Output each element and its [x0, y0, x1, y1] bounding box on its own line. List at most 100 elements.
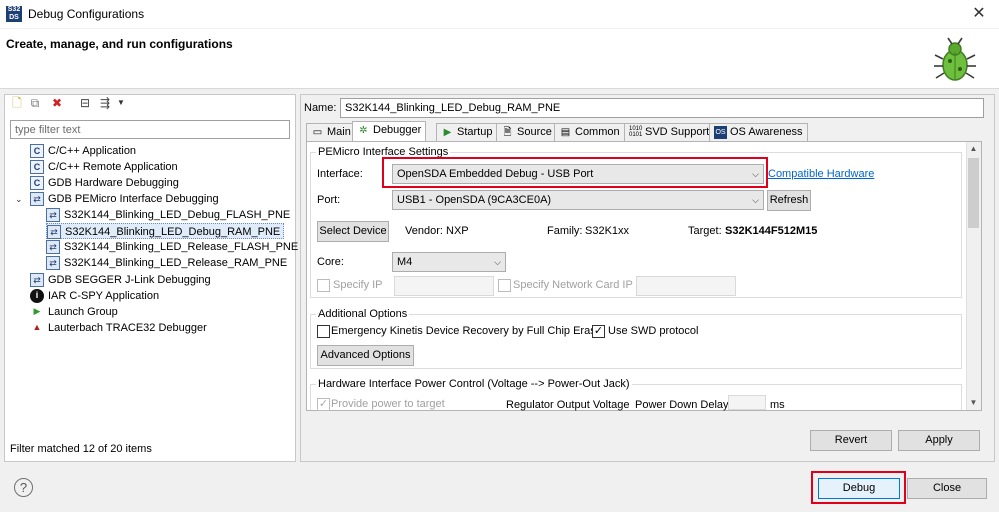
gdb-config-icon: ⇄: [46, 240, 60, 255]
expand-caret-icon[interactable]: ⌄: [15, 191, 23, 207]
tree-item-debug-flash[interactable]: ⇄ S32K144_Blinking_LED_Debug_FLASH_PNE: [46, 207, 290, 223]
tree-item-gdb-pemicro[interactable]: ⇄ GDB PEMicro Interface Debugging: [30, 191, 219, 207]
specify-ip-label: Specify IP: [333, 279, 383, 291]
filter-icon[interactable]: ⇶: [98, 96, 112, 110]
revert-button[interactable]: Revert: [810, 430, 892, 451]
svd-tab-icon: 1010 0101: [629, 126, 643, 138]
duplicate-icon[interactable]: ⧉: [28, 96, 42, 110]
app-icon: S32 DS: [6, 6, 22, 22]
delete-icon[interactable]: ✖: [50, 96, 64, 110]
gdb-segger-icon: ⇄: [30, 273, 44, 288]
tree-item-lauterbach[interactable]: ▲ Lauterbach TRACE32 Debugger: [30, 320, 207, 336]
lauterbach-icon: ▲: [32, 322, 42, 333]
interface-label: Interface:: [317, 168, 363, 180]
emergency-recovery-checkbox[interactable]: [317, 325, 330, 338]
core-select[interactable]: M4 ⌵: [392, 252, 506, 272]
tab-svd-support[interactable]: 1010 0101 SVD Support: [624, 123, 715, 141]
refresh-button[interactable]: Refresh: [767, 190, 811, 211]
chevron-down-icon: ⌵: [494, 257, 501, 267]
specify-ip-checkbox[interactable]: [317, 279, 330, 292]
gdb-config-icon: ⇄: [46, 256, 60, 271]
tab-main[interactable]: ▭ Main: [306, 123, 356, 141]
chevron-down-icon: ⌵: [752, 195, 759, 205]
common-tab-icon: ▤: [560, 127, 571, 138]
window-title: Debug Configurations: [28, 7, 145, 21]
tab-common[interactable]: ▤ Common: [554, 123, 625, 141]
chevron-down-icon: ⌵: [752, 169, 759, 179]
gdb-config-icon: ⇄: [47, 225, 61, 240]
tree-item-debug-ram[interactable]: ⇄ S32K144_Blinking_LED_Debug_RAM_PNE: [46, 223, 285, 240]
chevron-down-icon[interactable]: ▼: [114, 96, 128, 110]
tree-item-c-remote-application[interactable]: C C/C++ Remote Application: [30, 159, 178, 175]
regulator-voltage-label: Regulator Output Voltage: [506, 399, 630, 411]
scroll-thumb[interactable]: [968, 158, 979, 228]
select-device-button[interactable]: Select Device: [317, 221, 389, 242]
launch-group-icon: ▶: [33, 306, 41, 317]
debug-bug-icon: [934, 37, 976, 81]
c-app-icon: C: [30, 160, 44, 175]
filter-status: Filter matched 12 of 20 items: [10, 443, 152, 455]
ip-field[interactable]: [394, 276, 494, 296]
specify-nic-checkbox[interactable]: [498, 279, 511, 292]
target-value: S32K144F512M15: [725, 225, 818, 237]
swd-checkbox[interactable]: ✓: [592, 325, 605, 338]
tree-item-gdb-hardware[interactable]: C GDB Hardware Debugging: [30, 175, 179, 191]
tree-item-release-flash[interactable]: ⇄ S32K144_Blinking_LED_Release_FLASH_PNE: [46, 239, 298, 255]
tree-item-c-application[interactable]: C C/C++ Application: [30, 143, 136, 159]
scroll-up-icon[interactable]: ▲: [966, 142, 981, 156]
emergency-recovery-label: Emergency Kinetis Device Recovery by Ful…: [331, 325, 602, 337]
debug-button[interactable]: Debug: [818, 478, 900, 499]
core-label: Core:: [317, 256, 344, 268]
tree-item-iar-cspy[interactable]: i IAR C-SPY Application: [30, 288, 159, 304]
compatible-hardware-link[interactable]: Compatible Hardware: [768, 168, 874, 180]
os-tab-icon: OS: [714, 126, 727, 139]
c-app-icon: C: [30, 176, 44, 191]
tab-startup[interactable]: ▶ Startup: [436, 123, 498, 141]
nic-ip-field[interactable]: [636, 276, 736, 296]
gdb-config-icon: ⇄: [46, 208, 60, 223]
close-button[interactable]: Close: [907, 478, 987, 499]
filter-input[interactable]: [10, 120, 290, 139]
port-select[interactable]: USB1 - OpenSDA (9CA3CE0A) ⌵: [392, 190, 764, 210]
help-icon[interactable]: ?: [14, 478, 33, 497]
collapse-all-icon[interactable]: ⊟: [78, 96, 92, 110]
additional-options-title: Additional Options: [316, 308, 410, 320]
dialog-header-title: Create, manage, and run configurations: [6, 37, 233, 51]
vendor-label: Vendor:: [405, 225, 443, 237]
source-tab-icon: 🗎: [503, 127, 512, 138]
target-label: Target:: [688, 225, 722, 237]
interface-select[interactable]: OpenSDA Embedded Debug - USB Port ⌵: [392, 164, 764, 184]
family-label: Family:: [547, 225, 583, 237]
apply-button[interactable]: Apply: [898, 430, 980, 451]
window-close-button[interactable]: ✕: [962, 2, 996, 26]
new-config-icon[interactable]: 🗋: [10, 96, 24, 110]
c-app-icon: C: [30, 144, 44, 159]
main-tab-icon: ▭: [312, 127, 323, 138]
startup-tab-icon: ▶: [443, 127, 452, 138]
pemicro-group-title: PEMicro Interface Settings: [316, 146, 451, 158]
tree-item-launch-group[interactable]: ▶ Launch Group: [30, 304, 118, 320]
power-down-delay-label: Power Down Delay: [635, 399, 729, 411]
specify-nic-label: Specify Network Card IP: [513, 279, 633, 291]
family-value: S32K1xx: [585, 225, 630, 237]
tab-source[interactable]: 🗎 Source: [496, 123, 557, 141]
tab-debugger[interactable]: ✲ Debugger: [352, 121, 427, 142]
gdb-pemicro-icon: ⇄: [30, 192, 44, 207]
provide-power-label: Provide power to target: [331, 398, 445, 410]
tree-item-segger-jlink[interactable]: ⇄ GDB SEGGER J-Link Debugging: [30, 272, 211, 288]
power-control-title: Hardware Interface Power Control (Voltag…: [316, 378, 632, 390]
port-label: Port:: [317, 194, 341, 206]
debugger-tab-icon: ✲: [359, 125, 368, 136]
vendor-value: NXP: [446, 225, 469, 237]
dialog-header: Create, manage, and run configurations: [0, 29, 999, 89]
tree-item-release-ram[interactable]: ⇄ S32K144_Blinking_LED_Release_RAM_PNE: [46, 255, 287, 271]
provide-power-checkbox[interactable]: ✓: [317, 398, 330, 411]
tab-os-awareness[interactable]: OS OS Awareness: [709, 123, 808, 141]
title-bar: [0, 0, 999, 29]
advanced-options-button[interactable]: Advanced Options: [317, 345, 414, 366]
ms-label: ms: [770, 399, 785, 411]
config-name-field[interactable]: [340, 98, 984, 118]
scroll-down-icon[interactable]: ▼: [966, 396, 981, 410]
iar-icon: i: [30, 289, 44, 304]
power-down-delay-field[interactable]: [728, 395, 766, 410]
